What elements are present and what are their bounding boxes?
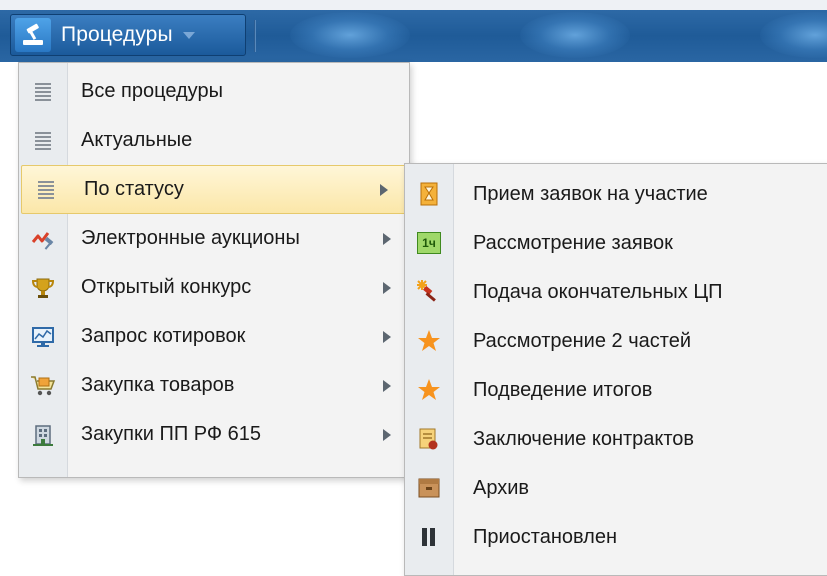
- chevron-down-icon: [182, 31, 195, 39]
- menu-item-label: Все процедуры: [81, 80, 223, 102]
- toolbar-glow-decoration: [520, 12, 630, 58]
- auction-hammer-icon: [19, 214, 67, 263]
- submenu-item-archive[interactable]: Архив: [405, 464, 827, 512]
- star-icon: [405, 317, 453, 365]
- menu-item-label: Электронные аукционы: [81, 227, 300, 249]
- chevron-right-icon: [380, 183, 388, 196]
- submenu-item-accepting-applications[interactable]: Прием заявок на участие: [405, 170, 827, 218]
- list-icon: [19, 116, 67, 165]
- chevron-right-icon: [383, 330, 391, 343]
- menu-item-label: Закупки ПП РФ 615: [81, 423, 262, 445]
- submenu-item-reviewing-second-parts[interactable]: Рассмотрение 2 частей: [405, 317, 827, 365]
- status-submenu: Прием заявок на участие 1ч Рассмотрение …: [404, 163, 827, 576]
- submenu-item-summing-up[interactable]: Подведение итогов: [405, 366, 827, 414]
- submenu-item-label: Прием заявок на участие: [473, 182, 708, 205]
- submenu-item-label: Подведение итогов: [473, 378, 653, 401]
- toolbar: Процедуры: [0, 0, 827, 62]
- submenu-item-label: Рассмотрение заявок: [473, 231, 673, 254]
- procedures-menu-button[interactable]: Процедуры: [10, 14, 246, 56]
- menu-item-label: Открытый конкурс: [81, 276, 252, 298]
- submenu-item-label: Подача окончательных ЦП: [473, 280, 723, 303]
- submenu-item-label: Рассмотрение 2 частей: [473, 329, 691, 352]
- menu-title: Процедуры: [61, 23, 173, 46]
- chevron-right-icon: [383, 281, 391, 294]
- hammer-spark-icon: [405, 268, 453, 316]
- menu-item-electronic-auctions[interactable]: Электронные аукционы: [19, 214, 409, 263]
- procedures-dropdown-menu: Все процедуры Актуальные По статусу Элек…: [18, 62, 410, 478]
- submenu-item-label: Архив: [473, 476, 530, 499]
- submenu-item-suspended[interactable]: Приостановлен: [405, 513, 827, 561]
- submenu-item-reviewing-applications[interactable]: 1ч Рассмотрение заявок: [405, 219, 827, 267]
- submenu-item-label: Заключение контрактов: [473, 427, 695, 450]
- list-icon: [19, 67, 67, 116]
- menu-item-price-quotation[interactable]: Запрос котировок: [19, 312, 409, 361]
- toolbar-glow-decoration: [290, 12, 410, 58]
- archive-box-icon: [405, 464, 453, 512]
- menu-item-label: Закупка товаров: [81, 374, 235, 396]
- monitor-chart-icon: [19, 312, 67, 361]
- menu-item-goods-purchase[interactable]: Закупка товаров: [19, 361, 409, 410]
- menu-item-label: По статусу: [84, 178, 184, 200]
- menu-item-label: Актуальные: [81, 129, 193, 151]
- building-icon: [19, 410, 67, 459]
- shopping-cart-icon: [19, 361, 67, 410]
- star-icon: [405, 366, 453, 414]
- submenu-item-label: Приостановлен: [473, 525, 618, 548]
- chevron-right-icon: [383, 379, 391, 392]
- menu-item-pp-rf-615[interactable]: Закупки ПП РФ 615: [19, 410, 409, 459]
- toolbar-glow-decoration: [760, 12, 827, 58]
- menu-item-all-procedures[interactable]: Все процедуры: [19, 67, 409, 116]
- list-icon: [22, 166, 70, 213]
- submenu-item-signing-contracts[interactable]: Заключение контрактов: [405, 415, 827, 463]
- one-hour-icon: 1ч: [405, 219, 453, 267]
- menu-item-label: Запрос котировок: [81, 325, 246, 347]
- menu-item-by-status[interactable]: По статусу: [21, 165, 407, 214]
- auction-gavel-icon: [15, 18, 51, 52]
- chevron-right-icon: [383, 428, 391, 441]
- chevron-right-icon: [383, 232, 391, 245]
- menu-item-current[interactable]: Актуальные: [19, 116, 409, 165]
- hourglass-icon: [405, 170, 453, 218]
- toolbar-separator: [254, 20, 256, 52]
- contract-seal-icon: [405, 415, 453, 463]
- menu-item-open-tender[interactable]: Открытый конкурс: [19, 263, 409, 312]
- trophy-icon: [19, 263, 67, 312]
- pause-icon: [405, 513, 453, 561]
- submenu-item-final-price-offers[interactable]: Подача окончательных ЦП: [405, 268, 827, 316]
